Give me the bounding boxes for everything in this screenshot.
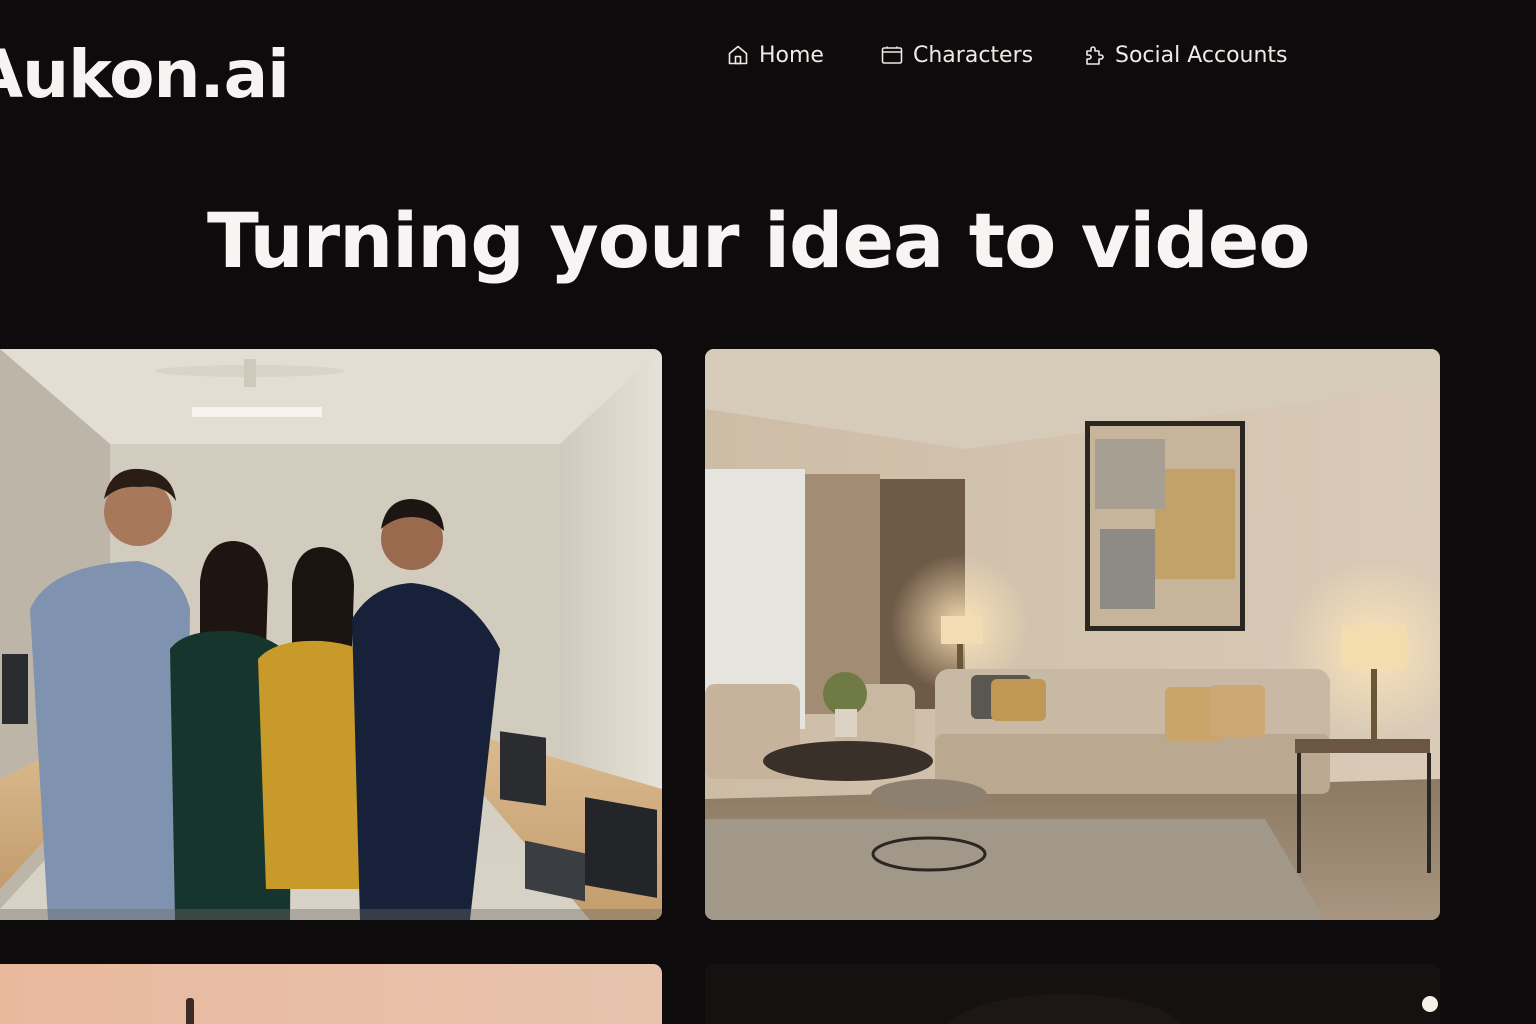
nav-label-characters: Characters — [913, 42, 1034, 68]
team-office-photo — [0, 349, 662, 920]
gallery-card-team-office[interactable] — [0, 349, 662, 920]
nav-label-social-accounts: Social Accounts — [1115, 42, 1288, 68]
nav-item-characters[interactable]: Characters — [880, 36, 1033, 74]
gallery-card-night[interactable] — [705, 964, 1440, 1024]
living-room-photo — [705, 349, 1440, 920]
nav-item-home[interactable]: Home — [726, 36, 824, 74]
home-icon — [728, 45, 748, 65]
hero-title: Turning your idea to video — [207, 196, 1310, 285]
landing-page: Aukon.ai Home Characters Social Accounts… — [0, 0, 1536, 1024]
sunset-scene-photo — [0, 964, 662, 1024]
gallery-card-living-room[interactable] — [705, 349, 1440, 920]
nav-label-home: Home — [759, 42, 824, 68]
top-nav: Home Characters Social Accounts — [0, 36, 1536, 76]
nav-item-social-accounts[interactable]: Social Accounts — [1082, 36, 1288, 74]
gallery-card-sunset[interactable] — [0, 964, 662, 1024]
puzzle-icon — [1086, 46, 1104, 65]
folder-icon — [881, 46, 903, 64]
night-scene-photo — [705, 964, 1440, 1024]
